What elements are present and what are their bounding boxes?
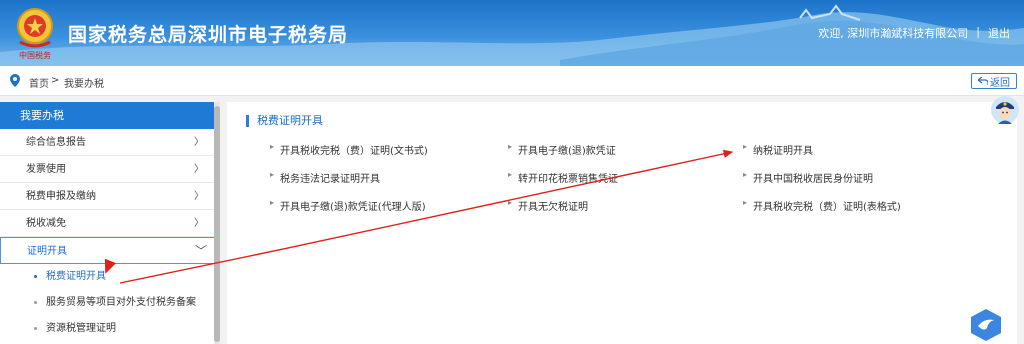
site-header: 中国税务 国家税务总局深圳市电子税务局 欢迎, 深圳市瀚斌科技有限公司 | 退出 xyxy=(0,0,1024,66)
sidebar-subitem-label: 资源税管理证明 xyxy=(46,323,116,334)
back-label: 返回 xyxy=(990,77,1010,89)
link-tax-payment-certificate[interactable]: 纳税证明开具 xyxy=(743,142,813,157)
sidebar-subitem-resource-tax[interactable]: 资源税管理证明 xyxy=(0,316,220,342)
sidebar-subitem-tax-certificate[interactable]: 税费证明开具 xyxy=(0,264,220,290)
sidebar-item-label: 综合信息报告 xyxy=(26,137,86,148)
link-tax-payment-cert-document[interactable]: 开具税收完税（费）证明(文书式) xyxy=(270,142,428,157)
sidebar: 我要办税 综合信息报告 〉 发票使用 〉 税费申报及缴纳 〉 税收减免 〉 证明… xyxy=(0,102,220,344)
scrollbar-thumb[interactable] xyxy=(214,106,220,342)
sidebar-item-declaration[interactable]: 税费申报及缴纳 〉 xyxy=(0,183,220,210)
sidebar-heading: 我要办税 xyxy=(0,102,220,129)
sidebar-item-label: 发票使用 xyxy=(26,164,66,175)
link-stamp-tax-voucher[interactable]: 转开印花税票销售凭证 xyxy=(508,170,618,185)
site-title: 国家税务总局深圳市电子税务局 xyxy=(68,24,349,46)
link-no-arrears[interactable]: 开具无欠税证明 xyxy=(508,198,588,213)
link-e-payment-voucher-agent[interactable]: 开具电子缴(退)款凭证(代理人版) xyxy=(270,198,426,213)
breadcrumb-current: 我要办税 xyxy=(64,79,104,90)
tax-officer-avatar-icon[interactable] xyxy=(990,95,1020,125)
back-arrow-icon xyxy=(978,77,988,85)
header-separator: | xyxy=(976,25,980,38)
map-pin-icon xyxy=(10,74,20,87)
link-violation-record[interactable]: 税务违法记录证明开具 xyxy=(270,170,380,185)
breadcrumb-home[interactable]: 首页 xyxy=(29,75,49,90)
chevron-right-icon: 〉 xyxy=(194,218,204,229)
link-e-payment-voucher[interactable]: 开具电子缴(退)款凭证 xyxy=(508,142,616,157)
company-name: 深圳市瀚斌科技有限公司 xyxy=(847,27,969,40)
bird-logo-icon[interactable] xyxy=(968,308,1004,342)
back-button[interactable]: 返回 xyxy=(971,73,1017,89)
bullet-icon xyxy=(34,301,37,304)
user-info: 欢迎, 深圳市瀚斌科技有限公司 | 退出 xyxy=(818,25,1010,41)
chevron-right-icon: 〉 xyxy=(194,191,204,202)
bullet-icon xyxy=(34,327,37,330)
sidebar-subitem-service-trade[interactable]: 服务贸易等项目对外支付税务备案 xyxy=(0,290,220,316)
breadcrumb-separator: > xyxy=(51,75,60,86)
sidebar-item-certificates[interactable]: 证明开具 ﹀ xyxy=(0,237,220,264)
emblem-text: 中国税务 xyxy=(19,50,51,60)
sidebar-subitem-label: 服务贸易等项目对外支付税务备案 xyxy=(46,297,196,308)
sidebar-scrollbar[interactable] xyxy=(214,102,220,344)
logout-link[interactable]: 退出 xyxy=(988,25,1010,41)
sidebar-item-label: 税收减免 xyxy=(26,218,66,229)
tax-emblem-logo: 中国税务 xyxy=(17,8,53,60)
sidebar-item-info-report[interactable]: 综合信息报告 〉 xyxy=(0,129,220,156)
main-panel: 税费证明开具 开具税收完税（费）证明(文书式) 开具电子缴(退)款凭证 纳税证明… xyxy=(227,102,1017,344)
link-tax-payment-cert-table[interactable]: 开具税收完税（费）证明(表格式) xyxy=(743,198,901,213)
section-title: 税费证明开具 xyxy=(246,115,323,127)
welcome-text: 欢迎, 深圳市瀚斌科技有限公司 xyxy=(818,27,969,40)
sidebar-item-label: 税费申报及缴纳 xyxy=(26,191,96,202)
sidebar-item-tax-relief[interactable]: 税收减免 〉 xyxy=(0,210,220,237)
sidebar-subitem-label: 税费证明开具 xyxy=(46,271,106,282)
chevron-right-icon: 〉 xyxy=(194,164,204,175)
bullet-icon xyxy=(34,275,37,278)
sidebar-item-invoice[interactable]: 发票使用 〉 xyxy=(0,156,220,183)
chevron-down-icon: ﹀ xyxy=(194,244,207,258)
sidebar-item-label: 证明开具 xyxy=(27,246,67,257)
link-tax-residency[interactable]: 开具中国税收居民身份证明 xyxy=(743,170,873,185)
breadcrumb: 首页 > 我要办税 返回 xyxy=(0,66,1024,96)
chevron-right-icon: 〉 xyxy=(194,137,204,148)
